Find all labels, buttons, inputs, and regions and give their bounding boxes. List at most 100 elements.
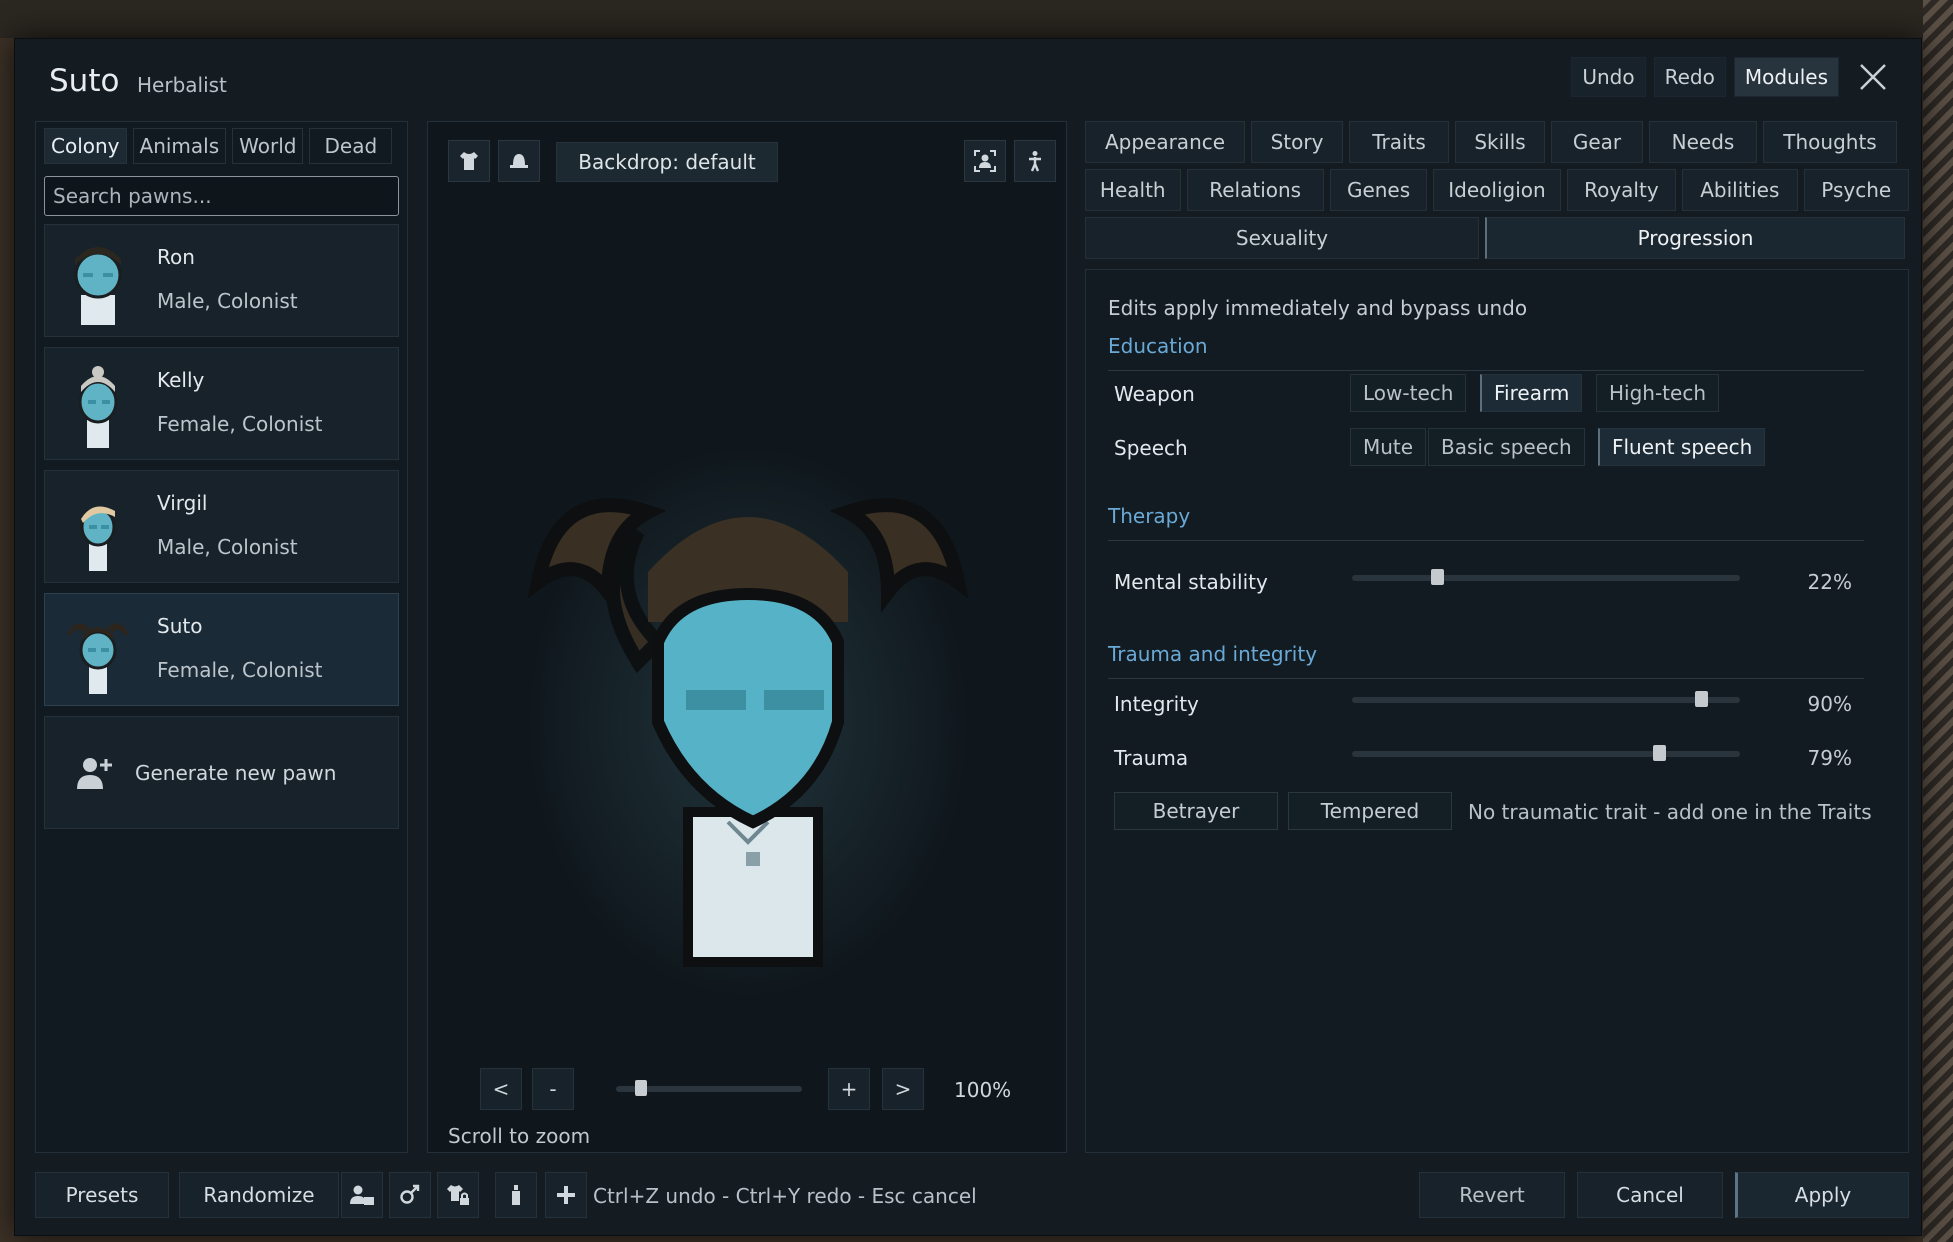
mental-stability-slider[interactable] bbox=[1352, 569, 1740, 585]
apparel-lock-icon[interactable] bbox=[437, 1172, 479, 1218]
plus-icon[interactable] bbox=[545, 1172, 587, 1218]
trauma-slider[interactable] bbox=[1352, 745, 1740, 761]
speech-option-mute[interactable]: Mute bbox=[1350, 428, 1427, 466]
tab-traits[interactable]: Traits bbox=[1349, 121, 1449, 163]
desktop-background-right bbox=[1923, 0, 1953, 1242]
cancel-button[interactable]: Cancel bbox=[1577, 1172, 1723, 1218]
pawn-item-kelly[interactable]: Kelly Female, Colonist bbox=[44, 347, 399, 460]
integrity-handle[interactable] bbox=[1695, 691, 1709, 707]
zoom-percent: 100% bbox=[954, 1078, 1012, 1102]
tab-relations[interactable]: Relations bbox=[1186, 169, 1324, 211]
editor-tabs: Appearance Story Traits Skills Gear Need… bbox=[1085, 121, 1909, 265]
tab-colony[interactable]: Colony bbox=[44, 128, 127, 164]
section-education: Education bbox=[1108, 334, 1208, 358]
pawn-item-virgil[interactable]: Virgil Male, Colonist bbox=[44, 470, 399, 583]
tab-needs[interactable]: Needs bbox=[1649, 121, 1757, 163]
pawn-list-panel: Colony Animals World Dead Ron Male, Colo… bbox=[35, 121, 408, 1153]
tab-gear[interactable]: Gear bbox=[1551, 121, 1643, 163]
progression-panel: Edits apply immediately and bypass undo … bbox=[1085, 269, 1909, 1153]
tab-sexuality[interactable]: Sexuality bbox=[1085, 217, 1479, 259]
body-pose-icon[interactable] bbox=[1014, 140, 1056, 182]
tab-health[interactable]: Health bbox=[1085, 169, 1181, 211]
generate-label: Generate new pawn bbox=[135, 761, 337, 785]
pawn-desc: Female, Colonist bbox=[157, 412, 323, 436]
zoom-controls: < - + > 100% bbox=[428, 1068, 1066, 1114]
speech-option-fluent[interactable]: Fluent speech bbox=[1598, 428, 1766, 466]
tab-abilities[interactable]: Abilities bbox=[1682, 169, 1798, 211]
pawn-category-tabs: Colony Animals World Dead bbox=[36, 122, 407, 164]
trauma-handle[interactable] bbox=[1652, 745, 1666, 761]
section-therapy: Therapy bbox=[1108, 504, 1191, 528]
bottom-bar: Presets Randomize Ctrl+Z undo - Ctrl+Y r… bbox=[35, 1172, 1909, 1220]
tab-progression[interactable]: Progression bbox=[1485, 217, 1905, 259]
pawn-item-suto[interactable]: Suto Female, Colonist bbox=[44, 593, 399, 706]
redo-button[interactable]: Redo bbox=[1653, 57, 1726, 97]
zoom-slider-handle[interactable] bbox=[634, 1080, 647, 1096]
tab-ideoligion[interactable]: Ideoligion bbox=[1433, 169, 1561, 211]
page-title: Suto bbox=[49, 63, 120, 99]
pawn-portrait bbox=[80, 506, 116, 571]
undo-button[interactable]: Undo bbox=[1571, 57, 1646, 97]
backdrop-selector[interactable]: Backdrop: default bbox=[556, 142, 778, 182]
portrait-frame-icon[interactable] bbox=[964, 140, 1006, 182]
revert-button[interactable]: Revert bbox=[1419, 1172, 1565, 1218]
tab-thoughts[interactable]: Thoughts bbox=[1763, 121, 1897, 163]
zoom-in-button[interactable]: + bbox=[828, 1068, 870, 1110]
mental-stability-value: 22% bbox=[1807, 570, 1852, 594]
bottle-icon[interactable] bbox=[495, 1172, 537, 1218]
search-input[interactable] bbox=[44, 176, 399, 216]
pawn-portrait bbox=[78, 366, 118, 448]
weapon-label: Weapon bbox=[1114, 382, 1195, 406]
zoom-prev-button[interactable]: < bbox=[480, 1068, 522, 1110]
mental-stability-label: Mental stability bbox=[1114, 570, 1268, 594]
divider bbox=[1108, 678, 1864, 679]
speech-label: Speech bbox=[1114, 436, 1188, 460]
add-person-icon bbox=[77, 758, 112, 789]
pawn-list: Ron Male, Colonist Kelly Female, Colonis… bbox=[36, 224, 407, 829]
weapon-option-low-tech[interactable]: Low-tech bbox=[1350, 374, 1467, 412]
pawn-desc: Male, Colonist bbox=[157, 535, 298, 559]
betrayer-button[interactable]: Betrayer bbox=[1114, 792, 1278, 830]
close-icon[interactable] bbox=[1853, 57, 1893, 97]
trauma-value: 79% bbox=[1807, 746, 1852, 770]
randomize-button[interactable]: Randomize bbox=[179, 1172, 339, 1218]
pawn-name: Virgil bbox=[157, 491, 208, 515]
hat-icon[interactable] bbox=[498, 140, 540, 182]
gender-icon[interactable] bbox=[389, 1172, 431, 1218]
speech-option-basic[interactable]: Basic speech bbox=[1428, 428, 1585, 466]
tab-genes[interactable]: Genes bbox=[1329, 169, 1428, 211]
tab-dead[interactable]: Dead bbox=[309, 128, 393, 164]
pawn-portrait bbox=[67, 623, 129, 694]
scroll-hint: Scroll to zoom bbox=[448, 1124, 591, 1148]
tab-story[interactable]: Story bbox=[1251, 121, 1343, 163]
tab-world[interactable]: World bbox=[232, 128, 304, 164]
zoom-slider[interactable] bbox=[616, 1080, 802, 1096]
weapon-option-firearm[interactable]: Firearm bbox=[1480, 374, 1583, 412]
tempered-button[interactable]: Tempered bbox=[1288, 792, 1452, 830]
trauma-label: Trauma bbox=[1114, 746, 1189, 770]
pawn-desc: Male, Colonist bbox=[157, 289, 298, 313]
tab-animals[interactable]: Animals bbox=[132, 128, 227, 164]
pawn-preview-figure bbox=[527, 498, 969, 967]
pawn-item-ron[interactable]: Ron Male, Colonist bbox=[44, 224, 399, 337]
apply-button[interactable]: Apply bbox=[1735, 1172, 1909, 1218]
integrity-slider[interactable] bbox=[1352, 691, 1740, 707]
tab-royalty[interactable]: Royalty bbox=[1566, 169, 1677, 211]
zoom-next-button[interactable]: > bbox=[882, 1068, 924, 1110]
tab-psyche[interactable]: Psyche bbox=[1803, 169, 1909, 211]
generate-new-pawn-button[interactable]: Generate new pawn bbox=[44, 716, 399, 829]
weapon-option-high-tech[interactable]: High-tech bbox=[1596, 374, 1720, 412]
shortcut-hint: Ctrl+Z undo - Ctrl+Y redo - Esc cancel bbox=[593, 1184, 977, 1208]
shirt-icon[interactable] bbox=[448, 140, 490, 182]
integrity-value: 90% bbox=[1807, 692, 1852, 716]
zoom-out-button[interactable]: - bbox=[532, 1068, 574, 1110]
person-card-icon[interactable] bbox=[341, 1172, 383, 1218]
divider bbox=[1108, 370, 1864, 371]
mental-stability-handle[interactable] bbox=[1431, 569, 1445, 585]
presets-button[interactable]: Presets bbox=[35, 1172, 169, 1218]
pawn-name: Ron bbox=[157, 245, 195, 269]
tab-skills[interactable]: Skills bbox=[1455, 121, 1545, 163]
modules-button[interactable]: Modules bbox=[1733, 57, 1839, 97]
tab-appearance[interactable]: Appearance bbox=[1085, 121, 1245, 163]
pawn-portrait bbox=[74, 247, 122, 325]
